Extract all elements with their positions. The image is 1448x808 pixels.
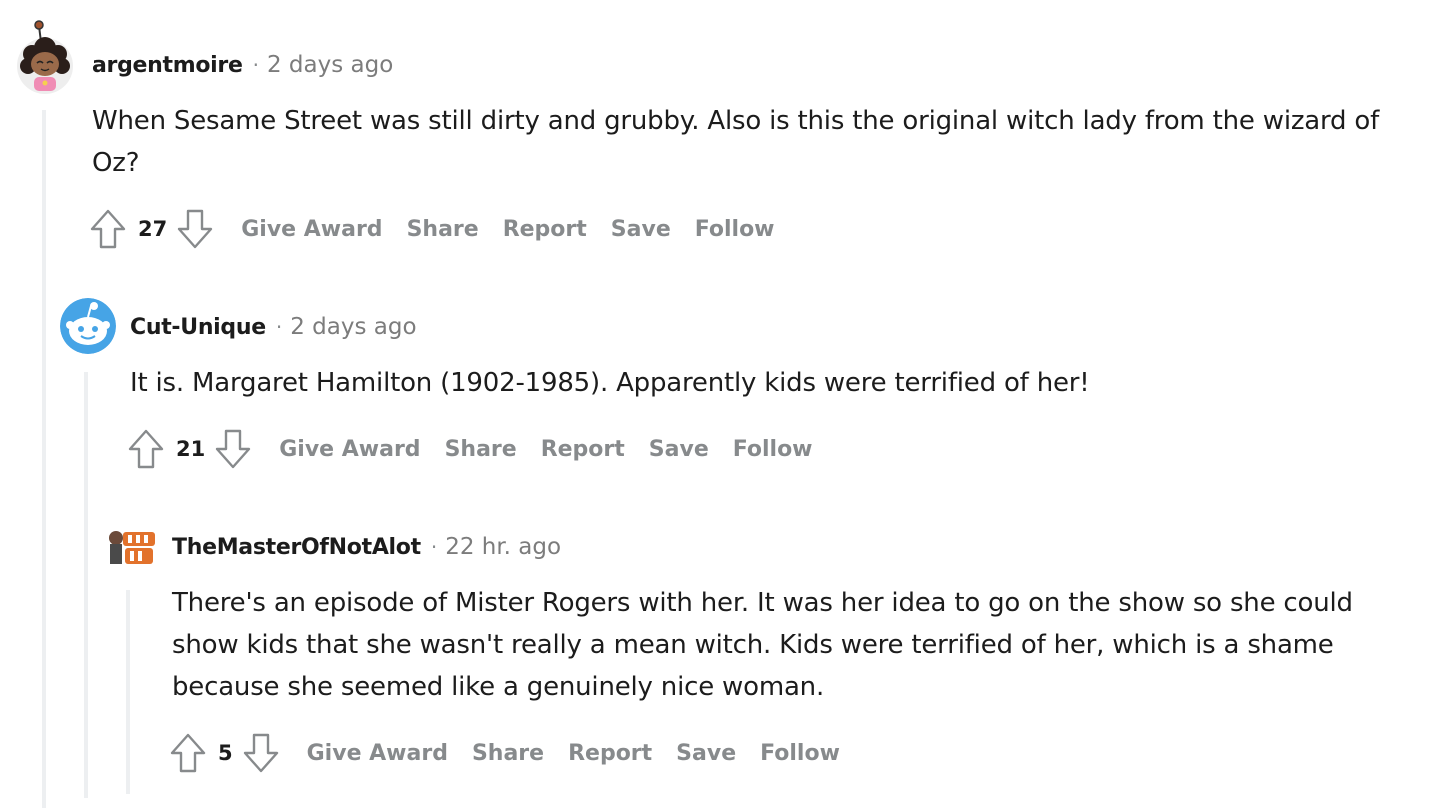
comment-thread: argentmoire · 2 days ago When Sesame Str…: [0, 0, 1448, 808]
share-button[interactable]: Share: [445, 437, 517, 462]
downvote-arrow-icon[interactable]: [213, 428, 253, 470]
comment-action-bar: 5 Give Award Share Report Save Follow: [168, 732, 840, 774]
comment-action-bar: 21 Give Award Share Report Save Follow: [126, 428, 813, 470]
thread-line-level-3[interactable]: [126, 590, 130, 794]
report-button[interactable]: Report: [503, 217, 587, 242]
save-button[interactable]: Save: [649, 437, 709, 462]
comment-body: It is. Margaret Hamilton (1902-1985). Ap…: [130, 368, 1090, 398]
give-award-button[interactable]: Give Award: [307, 741, 448, 766]
give-award-button[interactable]: Give Award: [241, 217, 382, 242]
upvote-arrow-icon[interactable]: [126, 428, 166, 470]
comment-timestamp[interactable]: 2 days ago: [267, 52, 393, 78]
follow-button[interactable]: Follow: [695, 217, 775, 242]
save-button[interactable]: Save: [676, 741, 736, 766]
comment-action-bar: 27 Give Award Share Report Save Follow: [88, 208, 775, 250]
follow-button[interactable]: Follow: [733, 437, 813, 462]
report-button[interactable]: Report: [568, 741, 652, 766]
upvote-arrow-icon[interactable]: [88, 208, 128, 250]
thread-line-level-2[interactable]: [84, 372, 88, 798]
snoo-avatar-curly-hair-icon[interactable]: [16, 20, 74, 94]
comment-timestamp[interactable]: 2 days ago: [290, 314, 416, 340]
comment-author[interactable]: Cut-Unique: [130, 315, 266, 340]
comment-author[interactable]: argentmoire: [92, 53, 243, 78]
thread-line-level-1[interactable]: [42, 110, 46, 808]
meta-separator: ·: [252, 53, 259, 77]
upvote-arrow-icon[interactable]: [168, 732, 208, 774]
vote-score: 5: [218, 741, 233, 765]
comment-body: When Sesame Street was still dirty and g…: [92, 106, 1380, 178]
give-award-button[interactable]: Give Award: [279, 437, 420, 462]
vote-score: 27: [138, 217, 168, 241]
downvote-arrow-icon[interactable]: [175, 208, 215, 250]
meta-separator: ·: [275, 315, 283, 339]
comment-author[interactable]: TheMasterOfNotAlot: [172, 535, 421, 560]
save-button[interactable]: Save: [611, 217, 671, 242]
meta-separator: ·: [430, 535, 438, 559]
follow-button[interactable]: Follow: [760, 741, 840, 766]
vote-score: 21: [176, 437, 206, 461]
comment-body: There's an episode of Mister Rogers with…: [172, 588, 1353, 702]
share-button[interactable]: Share: [407, 217, 479, 242]
share-button[interactable]: Share: [472, 741, 544, 766]
orange-logo-avatar-icon[interactable]: [106, 524, 156, 568]
default-snoo-avatar-icon[interactable]: [60, 298, 116, 354]
downvote-arrow-icon[interactable]: [241, 732, 281, 774]
report-button[interactable]: Report: [541, 437, 625, 462]
comment-timestamp[interactable]: 22 hr. ago: [445, 534, 561, 560]
